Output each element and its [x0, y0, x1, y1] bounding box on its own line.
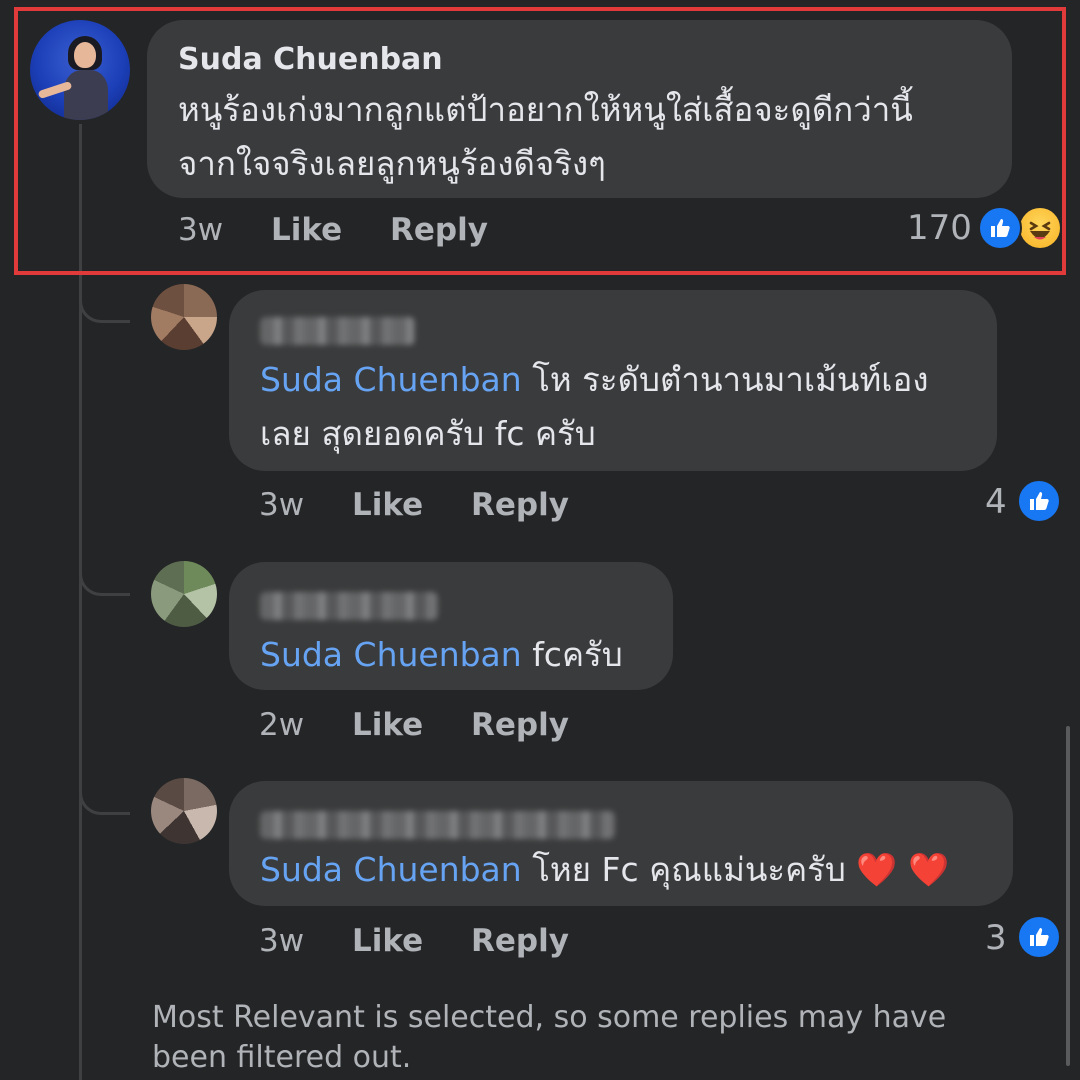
reply-avatar[interactable] [151, 284, 217, 350]
reply-actions: 3w Like Reply [259, 923, 569, 959]
reaction-count[interactable]: 3 [985, 918, 1007, 958]
thread-elbow [79, 270, 130, 323]
reply-button[interactable]: Reply [471, 487, 569, 523]
reply-text-line: โห ระดับตำนานมาเม้นท์เอง [521, 360, 929, 399]
thread-elbow [79, 545, 130, 596]
reaction-count[interactable]: 4 [985, 482, 1007, 522]
reply-actions: 3w Like Reply [259, 487, 569, 523]
comment-time[interactable]: 3w [259, 923, 304, 959]
like-icon [1017, 915, 1061, 959]
comment-time[interactable]: 2w [259, 707, 304, 743]
highlight-box [14, 7, 1066, 275]
reply-bubble: Suda Chuenban โห ระดับตำนานมาเม้นท์เอง เ… [229, 290, 997, 471]
reply-bubble: Suda Chuenban โหย Fc คุณแม่นะครับ ❤️ ❤️ [229, 781, 1013, 906]
thread-elbow [79, 760, 130, 815]
reply-author-blurred[interactable] [260, 317, 415, 345]
reply-button[interactable]: Reply [471, 707, 569, 743]
like-button[interactable]: Like [352, 707, 423, 743]
reply-author-blurred[interactable] [260, 811, 615, 839]
comment-time[interactable]: 3w [259, 487, 304, 523]
reply-bubble: Suda Chuenban fcครับ [229, 562, 673, 690]
filter-notice: Most Relevant is selected, so some repli… [152, 1000, 947, 1075]
reply-text-line: เลย สุดยอดครับ fc ครับ [260, 414, 596, 453]
reply-avatar[interactable] [151, 778, 217, 844]
reply-text-line: fcครับ [521, 635, 623, 674]
like-icon [1017, 479, 1061, 523]
reply-author-blurred[interactable] [260, 592, 438, 620]
reply-text: Suda Chuenban โหย Fc คุณแม่นะครับ ❤️ ❤️ [260, 843, 1010, 897]
reply-text: Suda Chuenban fcครับ [260, 628, 670, 682]
mention-link[interactable]: Suda Chuenban [260, 360, 522, 399]
reply-text: Suda Chuenban โห ระดับตำนานมาเม้นท์เอง เ… [260, 353, 990, 461]
mention-link[interactable]: Suda Chuenban [260, 635, 522, 674]
mention-link[interactable]: Suda Chuenban [260, 850, 522, 889]
reply-button[interactable]: Reply [471, 923, 569, 959]
reply-text-line: โหย Fc คุณแม่นะครับ [521, 850, 846, 889]
scrollbar[interactable] [1066, 726, 1070, 1066]
heart-emoji: ❤️ ❤️ [856, 850, 950, 889]
reply-avatar[interactable] [151, 561, 217, 627]
like-button[interactable]: Like [352, 487, 423, 523]
reply-actions: 2w Like Reply [259, 707, 569, 743]
like-button[interactable]: Like [352, 923, 423, 959]
